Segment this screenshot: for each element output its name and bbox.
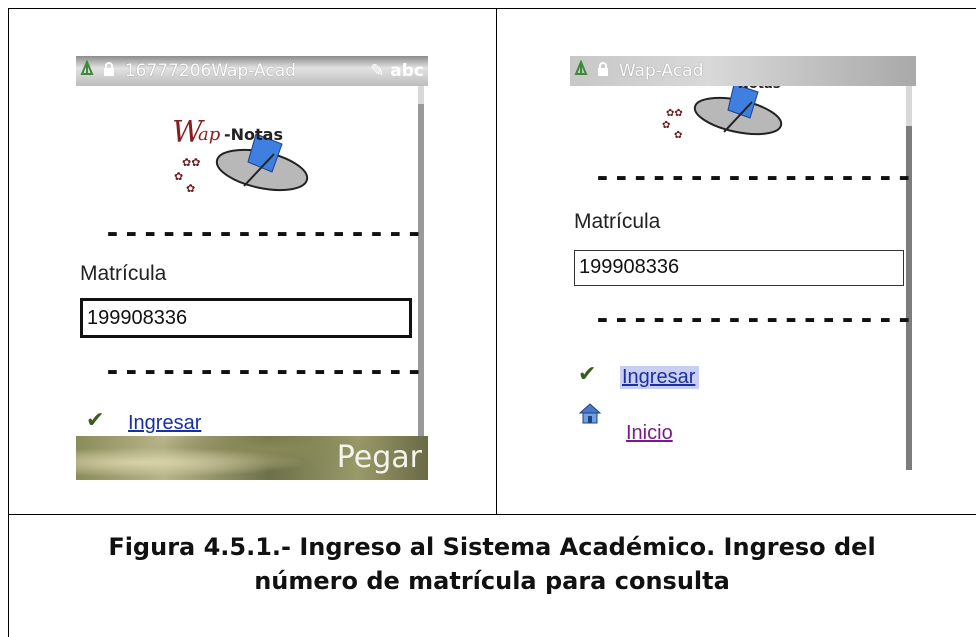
svg-text:ap: ap xyxy=(198,124,221,145)
column-divider xyxy=(496,8,497,514)
scrollbar[interactable] xyxy=(906,86,912,470)
scroll-thumb[interactable] xyxy=(906,86,912,126)
softkey-bar: Pegar xyxy=(76,436,428,480)
status-bar: 16777206Wap-Acad ✎ abc xyxy=(76,56,428,86)
status-title: 16777206Wap-Acad xyxy=(124,61,296,81)
wap-notas-logo: W ap -Notas ✿✿ ✿ ✿ xyxy=(164,104,324,204)
svg-text:✿: ✿ xyxy=(662,120,670,131)
caption-line-1: Figura 4.5.1.- Ingreso al Sistema Académ… xyxy=(108,533,876,561)
matricula-label: Matrícula xyxy=(574,210,661,233)
input-mode-indicator: ✎ abc xyxy=(370,61,424,81)
lock-icon xyxy=(103,56,115,86)
svg-text:✿: ✿ xyxy=(186,182,195,195)
svg-text:✿✿: ✿✿ xyxy=(666,108,683,119)
ingresar-link[interactable]: Ingresar xyxy=(620,366,700,389)
home-icon xyxy=(578,402,602,428)
scroll-thumb[interactable] xyxy=(418,86,424,104)
left-phone-screen: 16777206Wap-Acad ✎ abc W ap -Notas ✿✿ ✿ … xyxy=(76,56,428,480)
matricula-input[interactable]: 199908336 xyxy=(574,250,904,286)
separator-top: ----------------- xyxy=(594,160,915,193)
figure-caption: Figura 4.5.1.- Ingreso al Sistema Académ… xyxy=(8,530,976,598)
softkey-pegar[interactable]: Pegar xyxy=(337,436,422,480)
svg-text:✿: ✿ xyxy=(674,130,682,141)
svg-text:✿: ✿ xyxy=(174,170,183,183)
svg-text:✿✿: ✿✿ xyxy=(182,156,200,169)
matricula-label: Matrícula xyxy=(80,262,167,285)
separator-bottom: ----------------- xyxy=(104,354,425,387)
status-title: Wap-Acad xyxy=(618,61,704,81)
svg-text:-Notas: -Notas xyxy=(224,125,283,144)
checkmark-icon: ✔ xyxy=(578,362,597,387)
ingresar-link[interactable]: Ingresar xyxy=(128,412,201,435)
right-phone-screen: Notas ✿✿ ✿ ✿ Wap-Acad ----------------- … xyxy=(570,56,916,470)
separator-top: ----------------- xyxy=(104,216,425,249)
row-divider xyxy=(8,514,976,515)
caption-line-2: número de matrícula para consulta xyxy=(254,567,730,595)
edit-pen-icon: ✎ xyxy=(370,61,385,81)
inicio-link[interactable]: Inicio xyxy=(626,422,673,445)
matricula-input[interactable]: 199908336 xyxy=(80,298,412,338)
separator-bottom: ----------------- xyxy=(594,302,915,335)
signal-icon xyxy=(80,56,94,86)
status-bar: Wap-Acad xyxy=(570,56,916,86)
signal-icon xyxy=(574,56,588,86)
checkmark-icon: ✔ xyxy=(86,408,105,433)
lock-icon xyxy=(597,56,609,86)
